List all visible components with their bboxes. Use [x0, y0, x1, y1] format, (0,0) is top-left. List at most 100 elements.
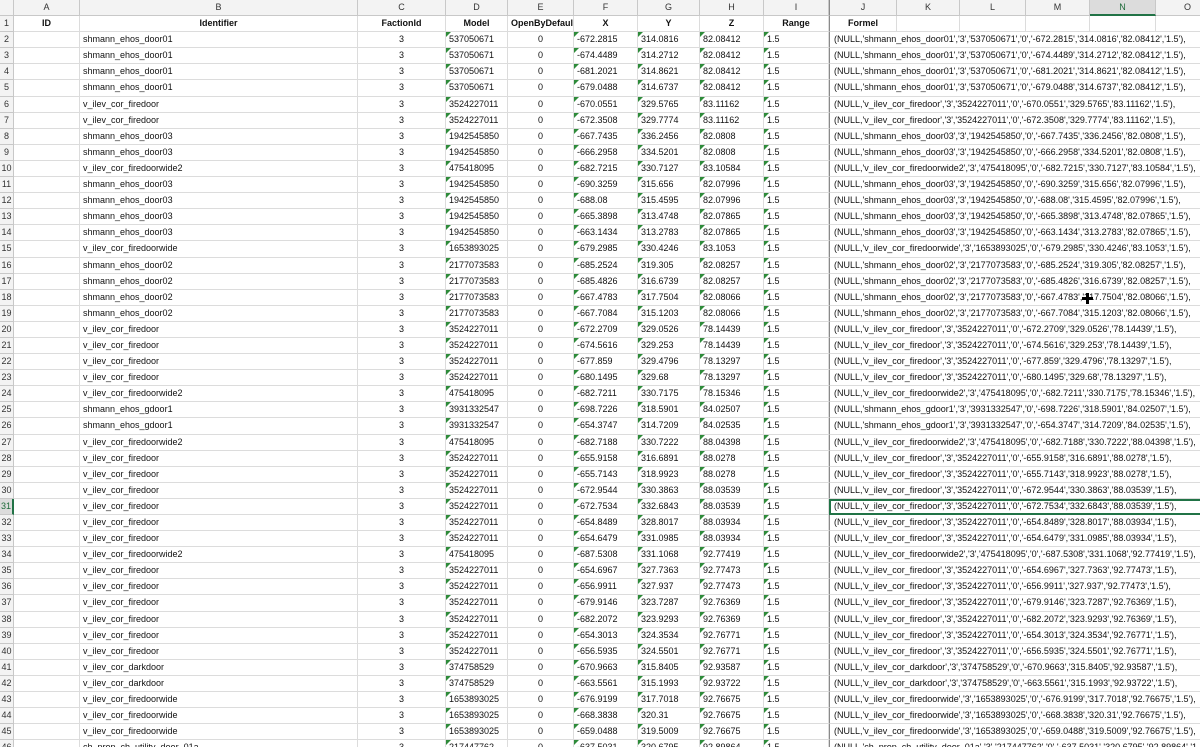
cell-x[interactable]: -654.8489: [574, 515, 638, 532]
cell-identifier[interactable]: v_ilev_cor_firedoor: [80, 321, 358, 338]
cell-model[interactable]: 3524227011: [446, 321, 508, 338]
cell-formel[interactable]: (NULL,'v_ilev_cor_firedoor','3','3524227…: [829, 627, 1200, 644]
cell-identifier[interactable]: v_ilev_cor_firedoor: [80, 595, 358, 612]
cell-identifier[interactable]: ch_prop_ch_utility_door_01a: [80, 740, 358, 747]
cell-faction[interactable]: 3: [358, 337, 446, 355]
cell-range[interactable]: 1.5: [764, 225, 829, 242]
cell-range[interactable]: 1.5: [764, 305, 829, 322]
cell-id[interactable]: [14, 48, 80, 65]
cell-x[interactable]: -682.7188: [574, 434, 638, 451]
cell-model[interactable]: 2177073583: [446, 305, 508, 322]
cell-y[interactable]: 330.4246: [638, 241, 700, 258]
cell-y[interactable]: 329.7774: [638, 112, 700, 129]
cell-range[interactable]: 1.5: [764, 193, 829, 210]
cell-model[interactable]: 1653893025: [446, 724, 508, 741]
cell-faction[interactable]: 3: [358, 547, 446, 564]
cell-open[interactable]: 0: [508, 498, 574, 515]
cell-z[interactable]: 82.08412: [700, 64, 764, 81]
cell-identifier[interactable]: shmann_ehos_door03: [80, 144, 358, 161]
cell-id[interactable]: [14, 434, 80, 451]
cell-open[interactable]: 0: [508, 434, 574, 451]
cell-range[interactable]: 1.5: [764, 724, 829, 741]
cell-id[interactable]: [14, 354, 80, 371]
cell-faction[interactable]: 3: [358, 434, 446, 451]
cell-faction[interactable]: 3: [358, 80, 446, 97]
cell-faction[interactable]: 3: [358, 193, 446, 210]
cell-id[interactable]: [14, 337, 80, 355]
cell-z[interactable]: 92.77473: [700, 579, 764, 596]
cell-identifier[interactable]: shmann_ehos_door01: [80, 80, 358, 97]
cell-range[interactable]: 1.5: [764, 128, 829, 145]
cell-x[interactable]: -663.5561: [574, 675, 638, 693]
cell-model[interactable]: 1942545850: [446, 128, 508, 145]
cell-open[interactable]: 0: [508, 144, 574, 161]
header-cell-formel[interactable]: Formel: [829, 16, 897, 33]
cell-formel[interactable]: (NULL,'shmann_ehos_door03','3','19425458…: [829, 209, 1200, 226]
cell-model[interactable]: 1942545850: [446, 209, 508, 226]
cell-z[interactable]: 92.76369: [700, 611, 764, 628]
cell-z[interactable]: 92.76675: [700, 708, 764, 725]
row-header[interactable]: 5: [0, 80, 14, 97]
cell-faction[interactable]: 3: [358, 257, 446, 274]
column-header-m[interactable]: M: [1026, 0, 1090, 17]
cell-formel[interactable]: (NULL,'ch_prop_ch_utility_door_01a','3',…: [829, 740, 1200, 747]
cell-faction[interactable]: 3: [358, 289, 446, 306]
cell-open[interactable]: 0: [508, 515, 574, 532]
cell-id[interactable]: [14, 225, 80, 242]
cell-z[interactable]: 92.76369: [700, 595, 764, 612]
cell-z[interactable]: 92.89864: [700, 740, 764, 747]
cell-id[interactable]: [14, 273, 80, 290]
cell-y[interactable]: 334.5201: [638, 144, 700, 161]
cell-y[interactable]: 329.4796: [638, 354, 700, 371]
cell-model[interactable]: 1942545850: [446, 193, 508, 210]
cell-x[interactable]: -666.2958: [574, 144, 638, 161]
cell-identifier[interactable]: shmann_ehos_door03: [80, 225, 358, 242]
cell-faction[interactable]: 3: [358, 32, 446, 49]
cell-range[interactable]: 1.5: [764, 354, 829, 371]
cell-formel[interactable]: (NULL,'v_ilev_cor_firedoor','3','3524227…: [829, 611, 1200, 628]
header-cell-faction[interactable]: FactionId: [358, 16, 446, 33]
cell-formel[interactable]: (NULL,'shmann_ehos_door03','3','19425458…: [829, 193, 1200, 210]
cell-x[interactable]: -698.7226: [574, 402, 638, 419]
cell-formel[interactable]: (NULL,'v_ilev_cor_firedoorwide2','3','47…: [829, 160, 1200, 178]
cell-z[interactable]: 84.02535: [700, 418, 764, 435]
cell-open[interactable]: 0: [508, 64, 574, 81]
cell-open[interactable]: 0: [508, 289, 574, 306]
cell-m[interactable]: [1026, 16, 1090, 33]
row-header[interactable]: 13: [0, 209, 14, 226]
cell-x[interactable]: -682.7211: [574, 386, 638, 403]
cell-x[interactable]: -668.3838: [574, 708, 638, 725]
cell-faction[interactable]: 3: [358, 675, 446, 693]
cell-formel[interactable]: (NULL,'v_ilev_cor_firedoor','3','3524227…: [829, 112, 1200, 129]
cell-z[interactable]: 78.14439: [700, 337, 764, 355]
cell-z[interactable]: 92.76675: [700, 724, 764, 741]
cell-x[interactable]: -663.1434: [574, 225, 638, 242]
cell-x[interactable]: -672.9544: [574, 482, 638, 499]
cell-open[interactable]: 0: [508, 160, 574, 178]
cell-y[interactable]: 315.1203: [638, 305, 700, 322]
row-header[interactable]: 9: [0, 144, 14, 161]
cell-range[interactable]: 1.5: [764, 579, 829, 596]
cell-formel[interactable]: (NULL,'v_ilev_cor_firedoorwide2','3','47…: [829, 434, 1200, 451]
cell-identifier[interactable]: v_ilev_cor_firedoorwide2: [80, 160, 358, 178]
cell-model[interactable]: 3524227011: [446, 627, 508, 644]
cell-open[interactable]: 0: [508, 32, 574, 49]
cell-range[interactable]: 1.5: [764, 498, 829, 515]
cell-open[interactable]: 0: [508, 386, 574, 403]
cell-model[interactable]: 3524227011: [446, 611, 508, 628]
row-header[interactable]: 23: [0, 370, 14, 387]
cell-model[interactable]: 3524227011: [446, 531, 508, 548]
row-header[interactable]: 34: [0, 547, 14, 564]
cell-x[interactable]: -681.2021: [574, 64, 638, 81]
cell-model[interactable]: 3524227011: [446, 354, 508, 371]
row-header[interactable]: 17: [0, 273, 14, 290]
cell-open[interactable]: 0: [508, 740, 574, 747]
cell-range[interactable]: 1.5: [764, 595, 829, 612]
cell-x[interactable]: -682.7215: [574, 160, 638, 178]
cell-z[interactable]: 82.08257: [700, 273, 764, 290]
cell-z[interactable]: 78.13297: [700, 354, 764, 371]
cell-open[interactable]: 0: [508, 257, 574, 274]
cell-formel[interactable]: (NULL,'shmann_ehos_door01','3','53705067…: [829, 32, 1200, 49]
cell-open[interactable]: 0: [508, 128, 574, 145]
cell-identifier[interactable]: v_ilev_cor_firedoorwide2: [80, 434, 358, 451]
